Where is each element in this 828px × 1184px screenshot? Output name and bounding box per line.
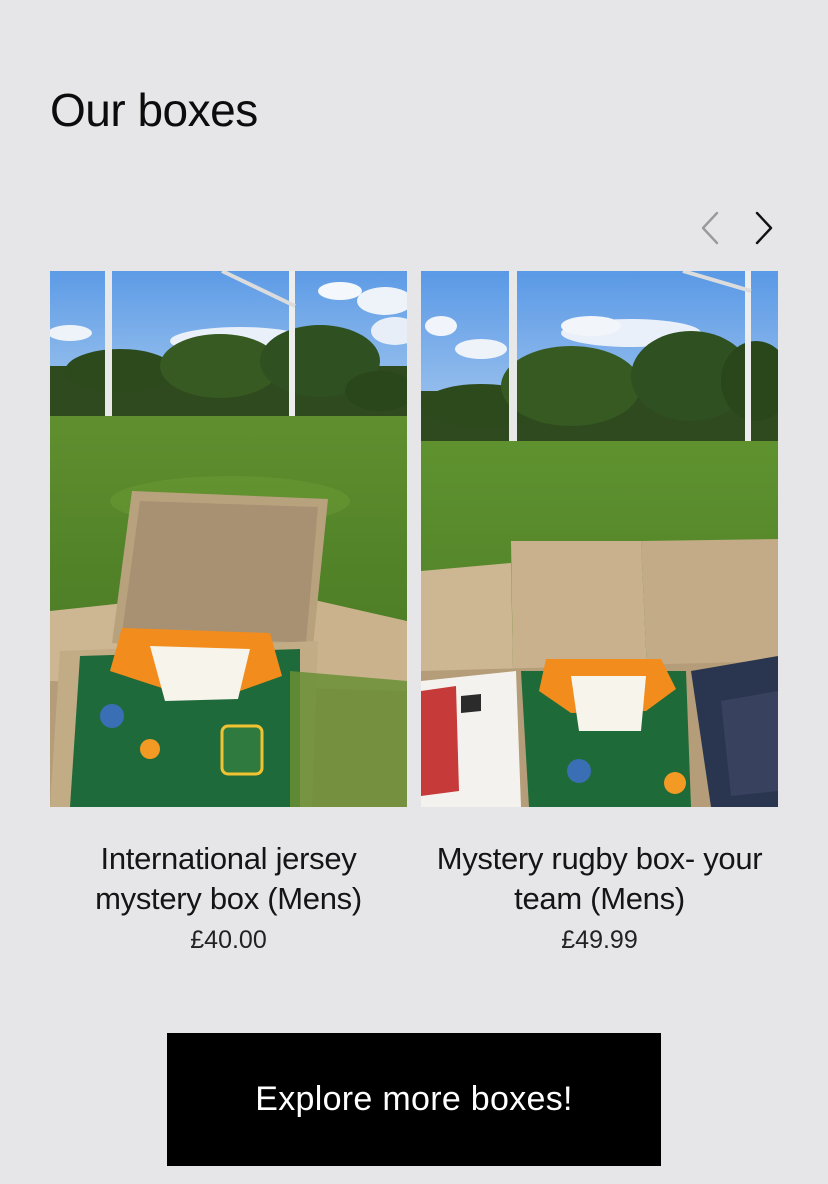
product-name[interactable]: Mystery rugby box- your team (Mens) — [421, 839, 778, 919]
product-price: £40.00 — [190, 926, 267, 954]
product-card[interactable]: Mystery rugby box- your team (Mens) £49.… — [421, 271, 778, 955]
page-title: Our boxes — [50, 84, 258, 136]
product-image[interactable] — [50, 271, 407, 807]
product-price: £49.99 — [561, 926, 638, 954]
product-name[interactable]: International jersey mystery box (Mens) — [50, 839, 407, 919]
product-card[interactable]: International jersey mystery box (Mens) … — [50, 271, 407, 955]
chevron-left-icon — [701, 211, 719, 245]
product-image[interactable] — [421, 271, 778, 807]
carousel-next-button[interactable] — [744, 208, 784, 248]
carousel-nav — [690, 208, 790, 248]
explore-more-button[interactable]: Explore more boxes! — [167, 1033, 661, 1166]
carousel-prev-button[interactable] — [690, 208, 730, 248]
chevron-right-icon — [755, 211, 773, 245]
